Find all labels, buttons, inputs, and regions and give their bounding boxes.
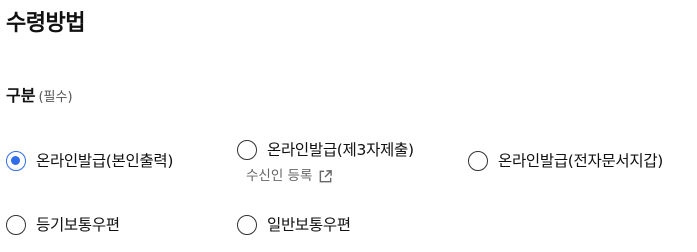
option-online-third-party[interactable]: 온라인발급(제3자제출) — [237, 138, 414, 162]
radio-online-self-print[interactable] — [6, 151, 26, 171]
radio-online-e-wallet[interactable] — [468, 151, 488, 171]
option-online-self-print[interactable]: 온라인발급(본인출력) — [6, 149, 173, 173]
group-label-text: 구분 — [6, 86, 36, 105]
radio-regular-mail[interactable] — [237, 215, 257, 235]
recipient-register-label: 수신인 등록 — [246, 168, 313, 184]
radio-online-third-party[interactable] — [237, 140, 257, 160]
radio-registered-mail[interactable] — [6, 215, 26, 235]
external-link-icon — [320, 169, 333, 182]
option-label: 일반보통우편 — [267, 216, 351, 234]
option-online-e-wallet[interactable]: 온라인발급(전자문서지갑) — [468, 149, 663, 173]
option-regular-mail[interactable]: 일반보통우편 — [237, 213, 351, 237]
recipient-register-link[interactable]: 수신인 등록 — [246, 165, 333, 187]
option-label: 온라인발급(전자문서지갑) — [498, 152, 664, 170]
section-title: 수령방법 — [6, 11, 85, 36]
option-label: 등기보통우편 — [36, 216, 120, 234]
group-label: 구분 (필수) — [6, 84, 73, 110]
option-label: 온라인발급(본인출력) — [36, 152, 174, 170]
option-registered-mail[interactable]: 등기보통우편 — [6, 213, 120, 237]
required-note: (필수) — [38, 90, 73, 105]
option-label: 온라인발급(제3자제출) — [267, 141, 414, 159]
